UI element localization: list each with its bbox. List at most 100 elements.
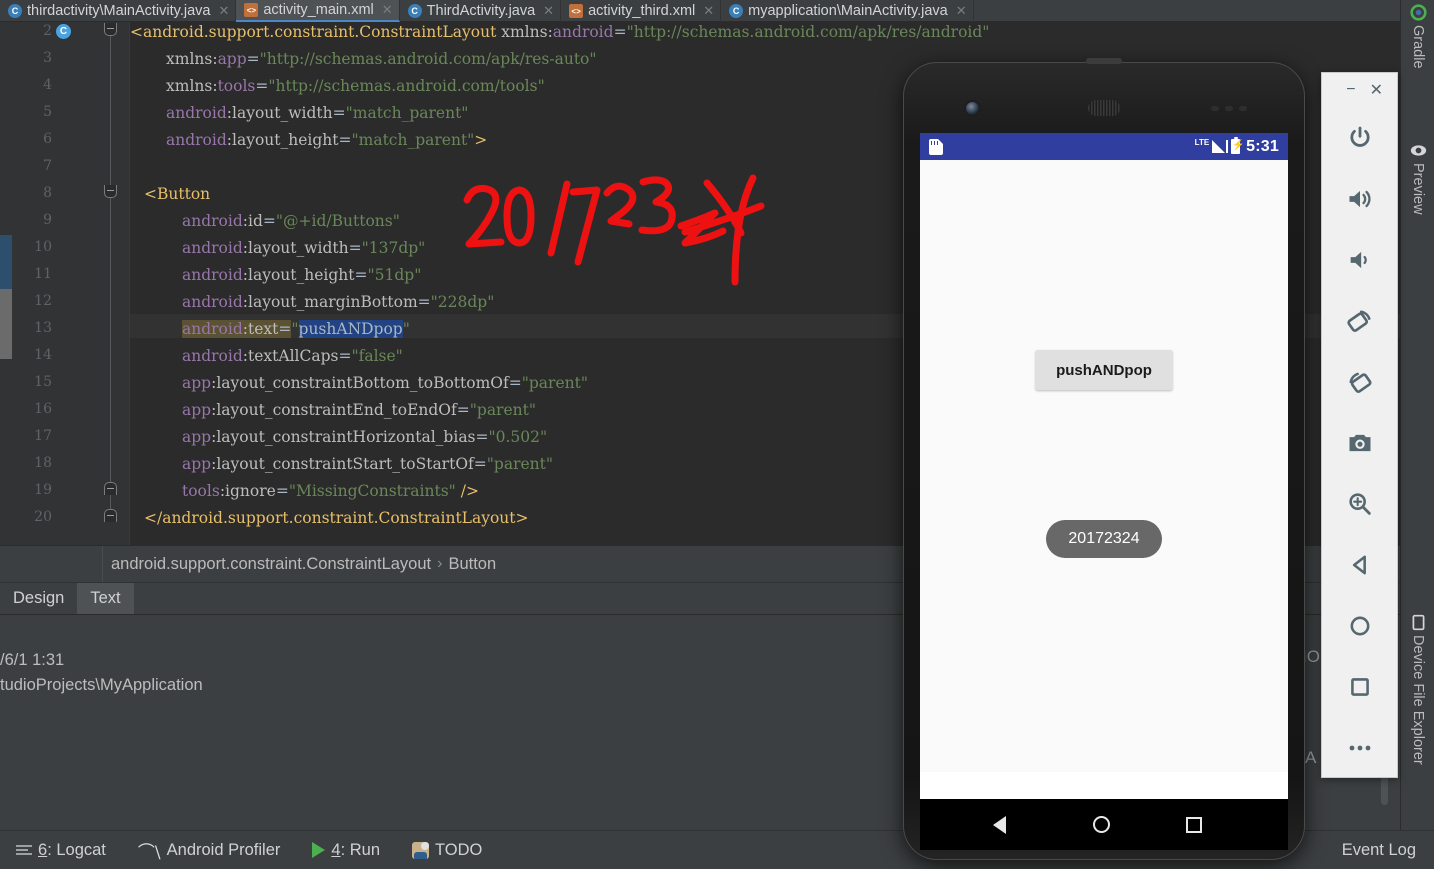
emulator-volume-down-button[interactable]: [1322, 229, 1397, 290]
overview-icon: [1350, 677, 1369, 696]
sidebar-item-device-file-explorer[interactable]: Device File Explorer: [1401, 614, 1434, 765]
xml-file-icon: <>: [244, 3, 259, 17]
tab-text[interactable]: Text: [77, 583, 134, 614]
rotate-right-icon: [1349, 372, 1371, 393]
android-status-bar: LTE 5:31: [920, 133, 1288, 160]
logcat-shortcut-number: 6: [38, 840, 48, 859]
sd-card-icon: [929, 138, 943, 155]
editor-tab-0[interactable]: C thirdactivity\MainActivity.java ✕: [0, 0, 237, 22]
occluded-text-a: A: [1305, 748, 1317, 767]
device-file-icon: [1412, 614, 1424, 631]
logcat-button[interactable]: 6: Logcat: [0, 841, 122, 860]
editor-tab-1[interactable]: <> activity_main.xml ✕: [236, 0, 400, 22]
fold-handle[interactable]: [104, 23, 117, 36]
gradle-icon: [1409, 4, 1427, 21]
app-content-area[interactable]: pushANDpop 20172324: [920, 160, 1288, 772]
emulator-overview-button[interactable]: [1322, 656, 1397, 717]
earpiece-speaker: [1088, 100, 1120, 116]
close-icon[interactable]: ✕: [382, 2, 393, 18]
editor-tab-3[interactable]: <> activity_third.xml ✕: [561, 0, 722, 22]
volume-down-icon: [1350, 251, 1367, 268]
volume-up-icon: [1349, 190, 1371, 207]
emulator-zoom-button[interactable]: [1322, 473, 1397, 534]
back-icon: [1352, 555, 1366, 574]
editor-tab-label: activity_main.xml: [263, 2, 374, 18]
emulator-screen[interactable]: LTE 5:31 pushANDpop 20172324: [920, 133, 1288, 850]
profiler-icon: ⌒\: [137, 842, 161, 863]
sidebar-item-preview[interactable]: Preview: [1401, 142, 1434, 215]
right-tool-sidebar: Gradle Preview Device File Explorer: [1400, 0, 1434, 830]
breadcrumb-gutter-space: [0, 546, 103, 582]
editor-marker-stripe: [0, 22, 12, 545]
java-file-icon: C: [8, 4, 22, 18]
editor-tab-2[interactable]: C ThirdActivity.java ✕: [400, 0, 562, 22]
android-profiler-label: Android Profiler: [166, 840, 281, 859]
emulator-back-button[interactable]: [1322, 534, 1397, 595]
sidebar-label-preview: Preview: [1410, 163, 1426, 215]
editor-gutter[interactable]: C: [12, 22, 130, 545]
emulator-window-controls: − ✕: [1322, 73, 1397, 107]
editor-tab-label: myapplication\MainActivity.java: [748, 3, 948, 19]
editor-tab-label: activity_third.xml: [588, 3, 696, 19]
logcat-icon: [16, 844, 32, 856]
more-icon: [1349, 745, 1370, 750]
home-icon[interactable]: [1093, 816, 1110, 833]
emulator-rotate-right-button[interactable]: [1322, 351, 1397, 412]
breadcrumb-parent[interactable]: android.support.constraint.ConstraintLay…: [103, 555, 431, 574]
sensor-cluster: [1211, 106, 1247, 112]
overview-icon[interactable]: [1186, 816, 1202, 833]
sidebar-item-gradle[interactable]: Gradle: [1401, 4, 1434, 69]
todo-label: TODO: [435, 840, 483, 859]
close-icon[interactable]: ✕: [703, 3, 714, 19]
editor-tab-4[interactable]: C myapplication\MainActivity.java ✕: [721, 0, 974, 22]
home-icon: [1350, 616, 1369, 635]
android-navigation-bar[interactable]: [920, 799, 1288, 850]
status-bar-right: LTE 5:31: [1195, 136, 1279, 156]
eye-icon: [1410, 145, 1426, 156]
close-icon[interactable]: ✕: [1370, 80, 1383, 100]
power-icon: [1349, 126, 1370, 147]
toast-message: 20172324: [1046, 520, 1162, 558]
close-icon[interactable]: ✕: [218, 3, 229, 19]
editor-tab-bar: C thirdactivity\MainActivity.java ✕ <> a…: [0, 0, 1400, 22]
sidebar-label-gradle: Gradle: [1410, 25, 1426, 69]
todo-icon: [412, 841, 429, 859]
close-icon[interactable]: ✕: [956, 3, 967, 19]
zoom-icon: [1348, 492, 1371, 515]
minimize-icon[interactable]: −: [1346, 81, 1355, 99]
back-icon[interactable]: [993, 815, 1017, 834]
event-log-button[interactable]: Event Log: [1342, 841, 1416, 860]
emulator-power-button[interactable]: [1322, 107, 1397, 168]
sidebar-label-device-file-explorer: Device File Explorer: [1410, 635, 1426, 765]
logcat-label: : Logcat: [47, 840, 106, 859]
todo-button[interactable]: TODO: [396, 841, 498, 860]
run-shortcut-number: 4: [331, 840, 341, 859]
emulator-home-button[interactable]: [1322, 595, 1397, 656]
android-emulator-window[interactable]: LTE 5:31 pushANDpop 20172324: [903, 62, 1305, 860]
run-output-line-2: tudioProjects\MyApplication: [0, 676, 203, 694]
battery-charging-icon: [1231, 136, 1245, 154]
run-label: : Run: [340, 840, 380, 859]
emulator-screenshot-button[interactable]: [1322, 412, 1397, 473]
emulator-volume-up-button[interactable]: [1322, 168, 1397, 229]
rotate-left-icon: [1346, 310, 1370, 332]
run-button[interactable]: 4: Run: [296, 841, 396, 860]
run-output-line-1: /6/1 1:31: [0, 651, 65, 669]
push-and-pop-button[interactable]: pushANDpop: [1035, 350, 1173, 390]
close-icon[interactable]: ✕: [543, 3, 554, 19]
emulator-more-button[interactable]: [1322, 717, 1397, 778]
signal-strength-icon: [1212, 140, 1229, 153]
emulator-toolbar[interactable]: − ✕: [1321, 72, 1398, 778]
tab-design[interactable]: Design: [0, 583, 77, 614]
run-icon: [312, 842, 326, 858]
class-marker-icon[interactable]: C: [56, 24, 71, 39]
fold-handle[interactable]: [104, 482, 117, 495]
android-profiler-button[interactable]: ⌒\ Android Profiler: [122, 838, 296, 863]
emulator-rotate-left-button[interactable]: [1322, 290, 1397, 351]
fold-handle[interactable]: [104, 185, 117, 198]
fold-handle[interactable]: [104, 509, 117, 522]
breadcrumb-separator-icon: ›: [437, 555, 443, 572]
breadcrumb-child[interactable]: Button: [448, 555, 496, 574]
java-file-icon: C: [407, 4, 422, 18]
java-file-icon: C: [729, 4, 744, 18]
